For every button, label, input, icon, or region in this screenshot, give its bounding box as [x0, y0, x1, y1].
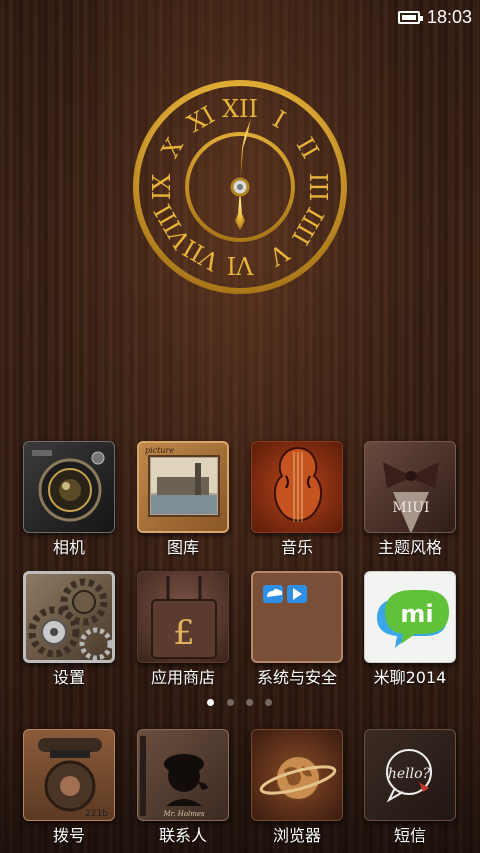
browser-icon[interactable] [251, 729, 343, 821]
app-store[interactable]: £ 应用商店 [137, 571, 229, 691]
app-label: 设置 [52, 668, 85, 687]
app-store-icon[interactable]: £ [137, 571, 229, 663]
clock-numeral: X [156, 134, 189, 163]
dock: 221b 拨号 Mr. Holmes 联系人 浏览器 hello? 短信 [0, 720, 480, 853]
app-browser[interactable]: 浏览器 [251, 729, 343, 849]
clock-numeral: II [291, 133, 325, 163]
gallery-badge: picture [145, 446, 174, 455]
miliao-icon[interactable]: mi [364, 571, 456, 663]
app-phone[interactable]: 221b 拨号 [23, 729, 115, 849]
app-label: 拨号 [52, 826, 85, 845]
settings-icon[interactable] [23, 571, 115, 663]
page-dot[interactable] [265, 699, 272, 706]
camera-icon[interactable] [23, 441, 115, 533]
clock-numeral: I [268, 105, 290, 134]
page-dot[interactable] [207, 699, 214, 706]
system-security-icon[interactable] [251, 571, 343, 663]
music-icon[interactable] [251, 441, 343, 533]
phone-icon[interactable]: 221b [23, 729, 115, 821]
app-label: 短信 [393, 826, 426, 845]
app-label: 应用商店 [150, 668, 215, 687]
contacts-icon[interactable]: Mr. Holmes [137, 729, 229, 821]
clock-widget[interactable]: XII IIIIIIIIIIVVIVIIVIIIIXXXI [131, 78, 349, 296]
app-camera[interactable]: 相机 [23, 441, 115, 561]
app-label: 联系人 [158, 826, 207, 845]
clock-numeral: XI [182, 101, 219, 139]
app-contacts[interactable]: Mr. Holmes 联系人 [137, 729, 229, 849]
app-gallery[interactable]: picture 图库 [137, 441, 229, 561]
clock-numeral: III [304, 173, 332, 201]
app-label: 相机 [52, 538, 85, 557]
miliao-badge: mi [400, 600, 433, 628]
gallery-icon[interactable]: picture [137, 441, 229, 533]
app-settings[interactable]: 设置 [23, 571, 115, 691]
status-time: 18:03 [426, 7, 472, 27]
status-bar: 18:03 [0, 0, 480, 34]
app-label: 米聊2014 [373, 668, 447, 687]
theme-badge: MIUI [392, 500, 429, 516]
app-theme[interactable]: MIUI 主题风格 [364, 441, 456, 561]
app-label: 系统与安全 [256, 668, 337, 687]
app-label: 浏览器 [272, 826, 321, 845]
phone-badge: 221b [85, 809, 108, 819]
page-indicator [0, 699, 480, 709]
clock-numeral: V [264, 238, 294, 272]
app-label: 主题风格 [377, 538, 442, 557]
page-dot[interactable] [246, 699, 253, 706]
app-messages[interactable]: hello? 短信 [364, 729, 456, 849]
app-music[interactable]: 音乐 [251, 441, 343, 561]
page-dot[interactable] [227, 699, 234, 706]
battery-icon [398, 11, 423, 24]
theme-icon[interactable]: MIUI [364, 441, 456, 533]
app-system-security[interactable]: 系统与安全 [251, 571, 343, 691]
clock-numeral: IX [148, 174, 176, 201]
clock-numeral: VI [227, 251, 255, 279]
messages-badge: hello? [388, 766, 431, 782]
app-miliao[interactable]: mi 米聊2014 [364, 571, 456, 691]
contacts-badge: Mr. Holmes [162, 810, 205, 818]
messages-icon[interactable]: hello? [364, 729, 456, 821]
app-label: 音乐 [280, 538, 313, 557]
store-badge: £ [173, 613, 195, 653]
clock-numeral: XII [222, 95, 258, 123]
clock-numeral: IIII [286, 203, 329, 250]
clock-minute-hand [240, 118, 251, 187]
app-label: 图库 [166, 538, 199, 557]
